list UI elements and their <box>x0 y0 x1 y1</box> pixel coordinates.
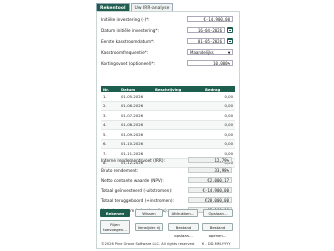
row-amount[interactable]: 0,00 <box>203 110 235 121</box>
frequency-select[interactable]: Maandelijks ▼ <box>187 49 233 55</box>
table-row[interactable]: 3. 01-07-2026 0,00 <box>101 110 235 121</box>
table-row[interactable]: 4. 01-08-2026 0,00 <box>101 120 235 130</box>
npv-value: €2.000,17 <box>188 177 232 183</box>
table-row[interactable]: 5. 01-09-2026 0,00 <box>101 129 235 140</box>
save-button[interactable]: Opslaan... <box>203 209 233 217</box>
row-description[interactable] <box>153 120 203 130</box>
row-amount[interactable]: 0,00 <box>203 101 235 111</box>
print-button[interactable]: Afdrukken... <box>168 209 198 217</box>
row-number: 4. <box>101 120 119 130</box>
row-number: 6. <box>101 139 119 149</box>
open-file-button[interactable]: Bestand openen... <box>202 223 233 238</box>
row-amount[interactable]: 0,00 <box>203 129 235 140</box>
row-description[interactable] <box>153 139 203 149</box>
row-date[interactable]: 01-07-2026 <box>119 110 153 121</box>
row-number: 3. <box>101 110 119 121</box>
row-amount[interactable]: 0,00 <box>203 139 235 149</box>
calendar-icon[interactable] <box>227 27 233 33</box>
initial-date-field[interactable]: 16-04-2026 <box>187 27 225 33</box>
row-date[interactable]: 01-08-2026 <box>119 120 153 130</box>
remove-row-button[interactable]: Verwijder rij <box>135 223 163 231</box>
save-file-button[interactable]: Bestand opslaan... <box>168 223 199 238</box>
clear-button[interactable]: Wissen <box>135 209 163 217</box>
initial-investment-label: Initiële investering (-)*: <box>101 17 150 22</box>
row-date[interactable]: 01-05-2026 <box>119 92 153 102</box>
format-indicator: € - DD-MM-YYYY <box>202 242 231 246</box>
table-row[interactable]: 1. 01-05-2026 0,00 <box>101 92 235 102</box>
table-row[interactable]: 6. 01-10-2026 0,00 <box>101 139 235 149</box>
total-invested-value: €-14.900,00 <box>188 187 232 193</box>
total-invested-label: Totaal geïnvesteerd (-uitstromen): <box>101 188 173 193</box>
row-date[interactable]: 01-11-2026 <box>119 148 153 159</box>
row-number: 1. <box>101 92 119 102</box>
npv-label: Netto contante waarde (NPV): <box>101 178 164 183</box>
row-description[interactable] <box>153 92 203 102</box>
row-description[interactable] <box>153 101 203 111</box>
first-cashflow-label: Eerste kasstroomdatum*: <box>101 39 155 44</box>
row-description[interactable] <box>153 110 203 121</box>
irr-value: 12,79% <box>188 157 232 163</box>
frequency-value: Maandelijks <box>190 50 214 55</box>
gross-return-value: 33,98% <box>188 167 232 173</box>
initial-investment-field[interactable]: €-14.900,00 <box>187 16 233 22</box>
calendar-icon[interactable] <box>227 38 233 44</box>
initial-date-label: Datum initiële investering*: <box>101 28 159 33</box>
row-date[interactable]: 01-10-2026 <box>119 139 153 149</box>
table-row[interactable]: 2. 01-06-2026 0,00 <box>101 101 235 111</box>
row-amount[interactable]: 0,00 <box>203 92 235 102</box>
cashflow-table: Nr. Datum Beschrijving Bedrag 1. 01-05-20… <box>101 86 235 168</box>
calculator-panel: Initiële investering (-)*: €-14.900,00 D… <box>96 11 240 249</box>
add-rows-button[interactable]: Rijen toevoegen... <box>100 220 130 234</box>
row-number: 2. <box>101 101 119 111</box>
frequency-label: Kasstroomfrequentie*: <box>101 50 149 55</box>
irr-label: Interne rendementsvoet (IRR): <box>101 158 165 163</box>
gross-return-label: Bruto rendement: <box>101 168 139 173</box>
row-description[interactable] <box>153 129 203 140</box>
row-date[interactable]: 01-09-2026 <box>119 129 153 140</box>
row-number: 7. <box>101 148 119 159</box>
table-header-row: Nr. Datum Beschrijving Bedrag <box>101 86 235 92</box>
total-returned-value: €20.000,00 <box>188 197 232 203</box>
row-number: 5. <box>101 129 119 140</box>
discount-rate-field[interactable]: 10,000% <box>187 60 233 66</box>
copyright-text: ©2026 Pine Grove Software LLC. All right… <box>101 242 196 246</box>
total-returned-label: Totaal teruggeboord (+instromen): <box>101 198 174 203</box>
chevron-down-icon: ▼ <box>227 51 231 55</box>
calculate-button[interactable]: Rekenen <box>100 209 130 217</box>
row-amount[interactable]: 0,00 <box>203 120 235 130</box>
first-cashflow-date-field[interactable]: 01-05-2026 <box>187 38 225 44</box>
row-date[interactable]: 01-06-2026 <box>119 101 153 111</box>
discount-rate-label: Kortingsvoet (optioneel)*: <box>101 61 156 66</box>
